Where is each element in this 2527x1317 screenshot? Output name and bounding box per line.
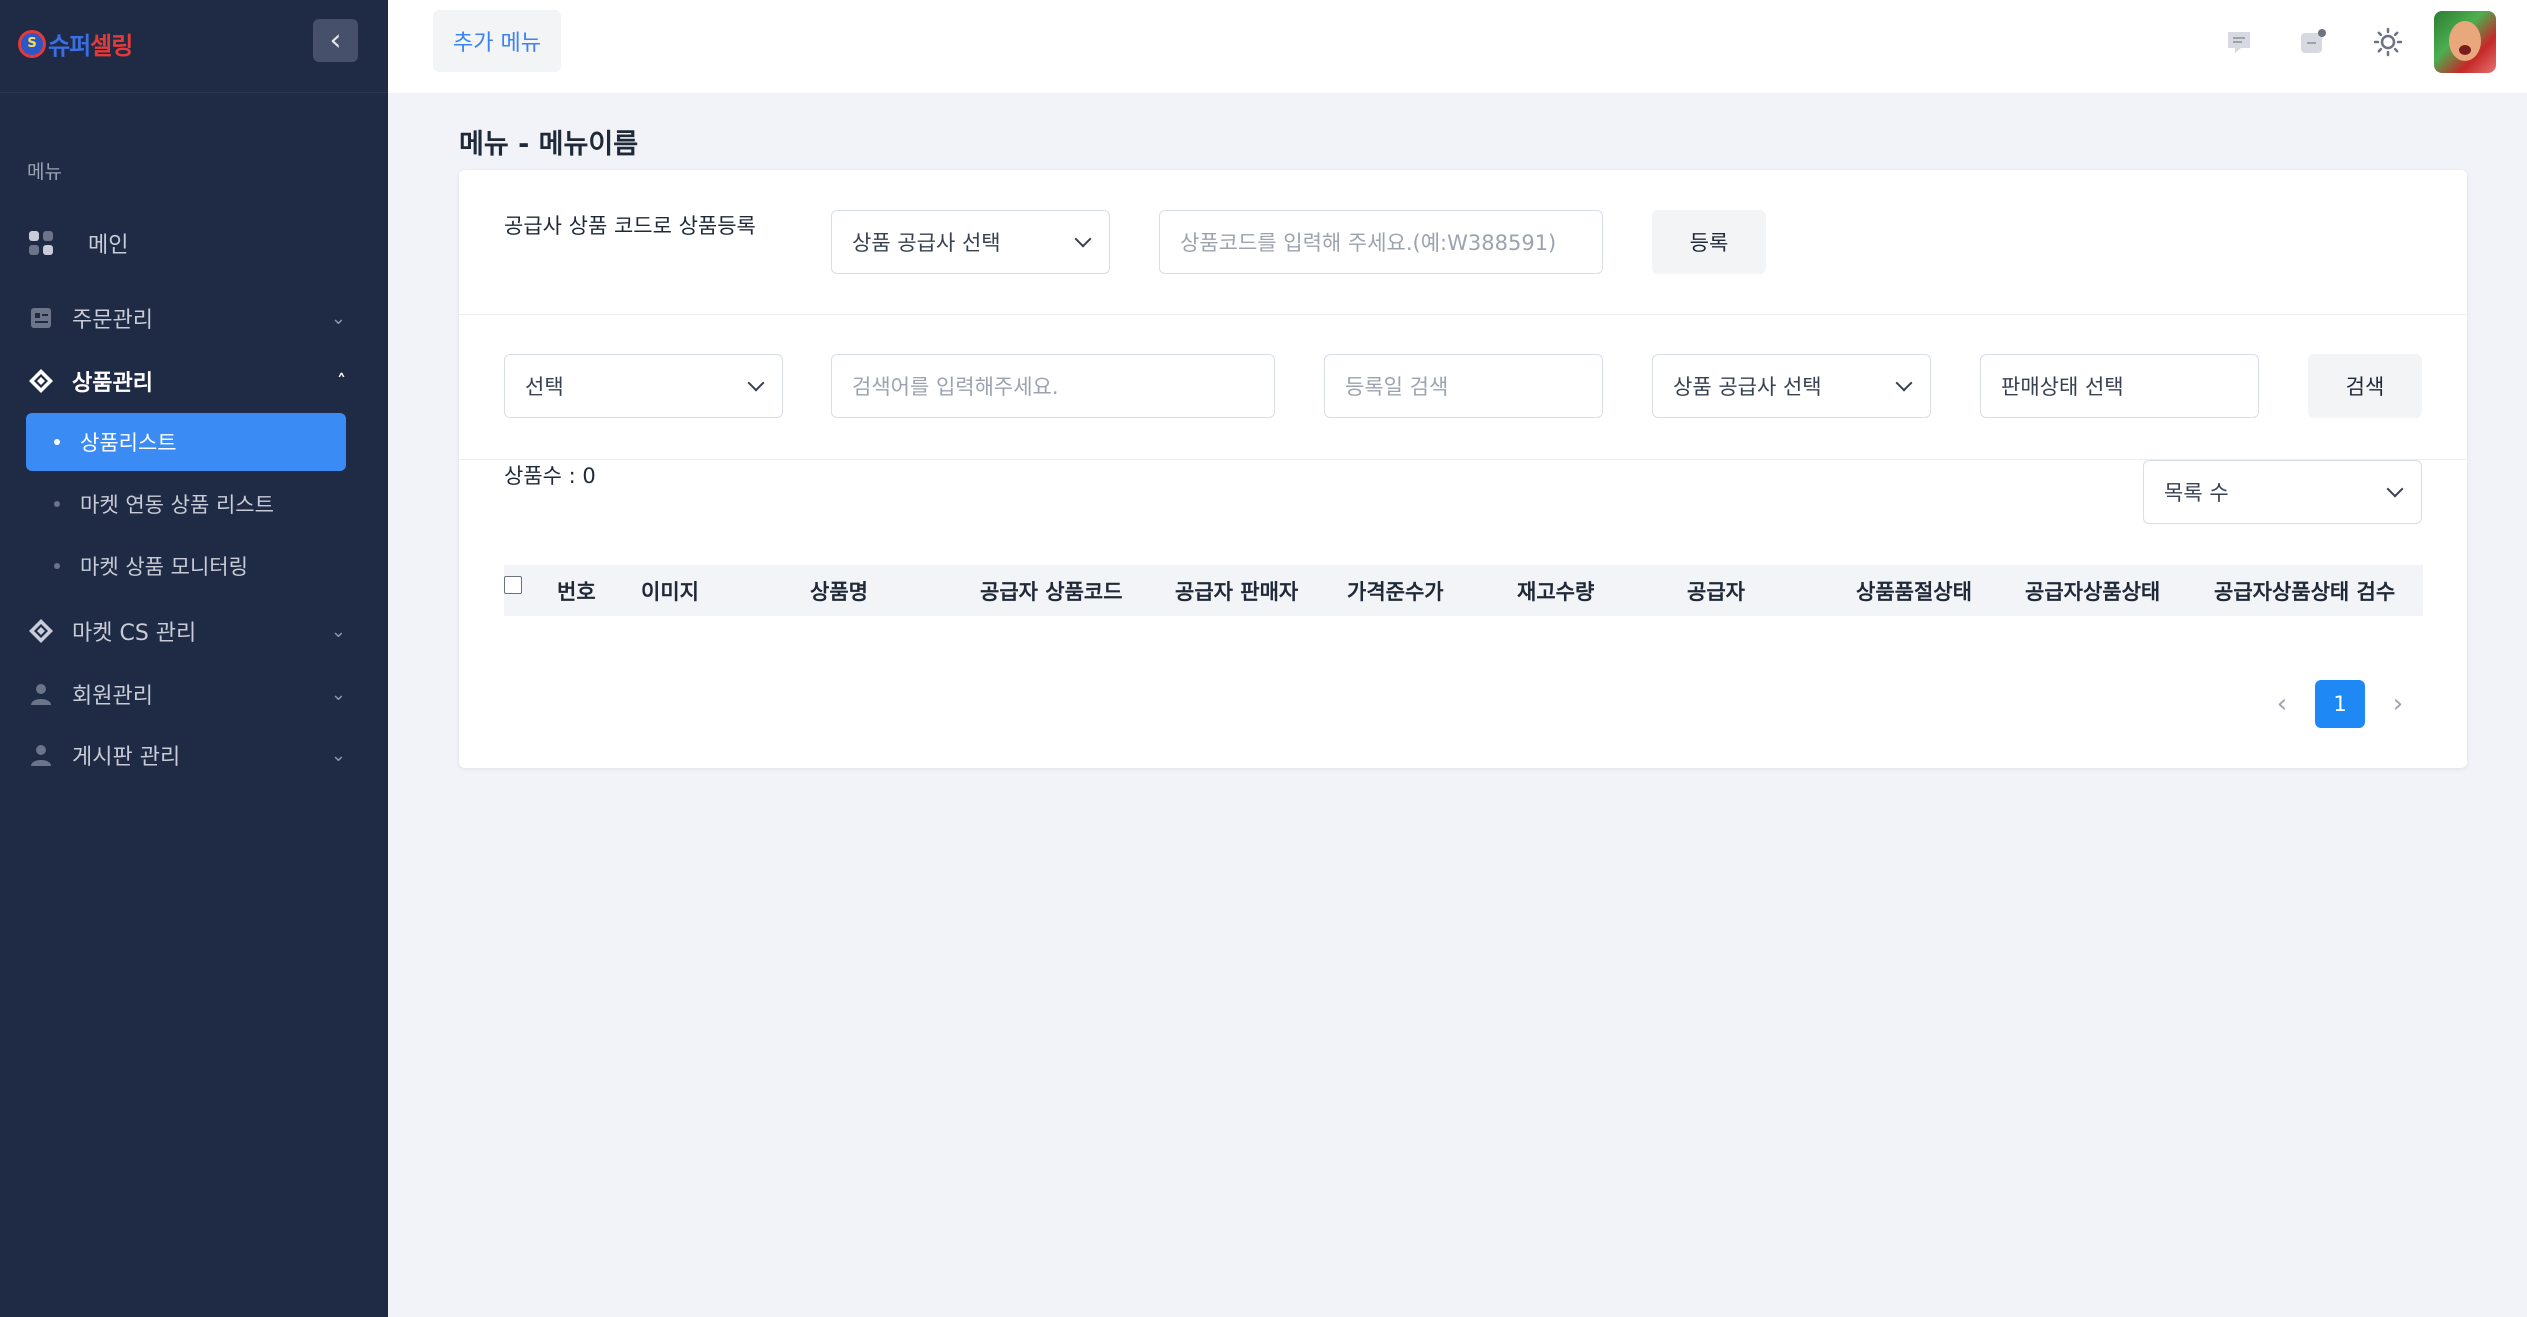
register-button[interactable]: 등록: [1652, 210, 1766, 274]
sidebar-subitem-label: 마켓 상품 모니터링: [80, 555, 248, 579]
user-icon: [26, 679, 56, 709]
register-supplier-select[interactable]: 상품 공급사 선택: [831, 210, 1110, 274]
logo[interactable]: S 슈퍼셀링: [18, 26, 133, 61]
select-value: 선택: [525, 375, 564, 399]
chevron-down-icon: [1074, 230, 1092, 248]
column-header[interactable]: 번호: [557, 565, 596, 616]
sidebar-item-label: 메인: [88, 233, 129, 258]
column-header[interactable]: 상품품절상태: [1856, 565, 1972, 616]
column-header[interactable]: 공급자 판매자: [1175, 565, 1298, 616]
select-value: 목록 수: [2164, 481, 2229, 505]
theme-sun-icon[interactable]: [2368, 22, 2408, 62]
bullet-icon: [54, 439, 60, 445]
column-header[interactable]: 재고수량: [1517, 565, 1594, 616]
clipboard-icon: [26, 303, 56, 333]
sidebar-subitem-label: 상품리스트: [80, 431, 177, 455]
sidebar-subitem-label: 마켓 연동 상품 리스트: [80, 493, 274, 517]
chevron-down-icon: [747, 374, 765, 392]
pagination-next[interactable]: ›: [2383, 680, 2413, 728]
column-header[interactable]: 가격준수가: [1347, 565, 1444, 616]
sidebar-item-label: 주문관리: [72, 308, 153, 333]
date-search-input[interactable]: 등록일 검색: [1324, 354, 1603, 418]
pagination-prev[interactable]: ‹: [2267, 680, 2297, 728]
sidebar-header: S 슈퍼셀링 ‹: [0, 0, 388, 93]
register-label: 공급사 상품 코드로 상품등록: [504, 214, 756, 238]
sidebar-item-board[interactable]: 게시판 관리 ⌄: [26, 727, 346, 783]
chevron-down-icon: [2386, 480, 2404, 498]
select-value: 상품 공급사 선택: [852, 231, 1001, 255]
page-size-select[interactable]: 목록 수: [2143, 460, 2422, 524]
avatar-mouth: [2459, 45, 2471, 55]
grid-icon: [26, 228, 56, 258]
sidebar-item-market-cs[interactable]: 마켓 CS 관리 ⌄: [26, 603, 346, 659]
product-code-input[interactable]: 상품코드를 입력해 주세요.(예:W388591): [1159, 210, 1603, 274]
divider: [459, 314, 2467, 315]
sidebar-item-label: 회원관리: [72, 684, 153, 709]
topbar: 추가 메뉴: [388, 0, 2527, 93]
select-value: 상품 공급사 선택: [1673, 375, 1822, 399]
chevron-up-icon: ˄: [337, 370, 346, 392]
chevron-down-icon: [1895, 374, 1913, 392]
sidebar: S 슈퍼셀링 ‹ 메뉴 메인 주문관리 ⌄ 상품관리 ˄ 상품리스트 마켓 연동…: [0, 0, 388, 1317]
table-header: 번호 이미지 상품명 공급자 상품코드 공급자 판매자 가격준수가 재고수량 공…: [504, 565, 2423, 616]
bullet-icon: [54, 563, 60, 569]
logo-mark: S: [18, 29, 46, 58]
chevron-down-icon: ⌄: [330, 307, 346, 329]
column-header[interactable]: 공급자상품상태 검수: [2214, 565, 2395, 616]
category-select[interactable]: 선택: [504, 354, 783, 418]
bullet-icon: [54, 501, 60, 507]
sidebar-subitem-market-monitoring[interactable]: 마켓 상품 모니터링: [26, 537, 346, 595]
message-icon[interactable]: [2219, 22, 2259, 62]
product-count: 상품수 : 0: [504, 464, 596, 488]
extra-menu-button[interactable]: 추가 메뉴: [433, 10, 561, 72]
avatar-face: [2449, 21, 2481, 61]
box-icon: [26, 366, 56, 396]
sidebar-item-main[interactable]: 메인: [26, 215, 346, 271]
chevron-down-icon: ⌄: [330, 620, 346, 642]
sidebar-item-members[interactable]: 회원관리 ⌄: [26, 666, 346, 722]
user-icon: [26, 740, 56, 770]
select-all-checkbox[interactable]: [504, 576, 522, 594]
column-header[interactable]: 공급자: [1687, 565, 1745, 616]
column-header[interactable]: 공급자 상품코드: [980, 565, 1123, 616]
supplier-filter-select[interactable]: 상품 공급사 선택: [1652, 354, 1931, 418]
keyword-input[interactable]: 검색어를 입력해주세요.: [831, 354, 1275, 418]
column-header[interactable]: 공급자상품상태: [2025, 565, 2160, 616]
sidebar-item-label: 마켓 CS 관리: [72, 621, 197, 646]
search-button[interactable]: 검색: [2308, 354, 2422, 418]
sales-status-select[interactable]: 판매상태 선택: [1980, 354, 2259, 418]
page-title: 메뉴 - 메뉴이름: [459, 129, 639, 160]
sidebar-section-label: 메뉴: [27, 161, 62, 183]
box-icon: [26, 616, 56, 646]
sidebar-item-products[interactable]: 상품관리 ˄: [26, 353, 346, 409]
notification-icon[interactable]: [2293, 22, 2333, 62]
chevron-down-icon: ⌄: [330, 683, 346, 705]
chevron-down-icon: ⌄: [330, 744, 346, 766]
sidebar-item-label: 게시판 관리: [72, 745, 181, 770]
content-card: 공급사 상품 코드로 상품등록 상품 공급사 선택 상품코드를 입력해 주세요.…: [459, 170, 2467, 768]
sidebar-collapse-button[interactable]: ‹: [313, 19, 358, 62]
sidebar-item-label: 상품관리: [72, 371, 153, 396]
avatar[interactable]: [2434, 11, 2496, 73]
logo-text: 슈퍼셀링: [48, 32, 133, 60]
pagination-page-1[interactable]: 1: [2315, 680, 2365, 728]
chevron-left-icon: ‹: [329, 23, 342, 58]
column-header[interactable]: 상품명: [810, 565, 868, 616]
column-header[interactable]: 이미지: [641, 565, 699, 616]
sidebar-subitem-market-linked-list[interactable]: 마켓 연동 상품 리스트: [26, 475, 346, 533]
sidebar-item-orders[interactable]: 주문관리 ⌄: [26, 290, 346, 346]
sidebar-subitem-product-list[interactable]: 상품리스트: [26, 413, 346, 471]
